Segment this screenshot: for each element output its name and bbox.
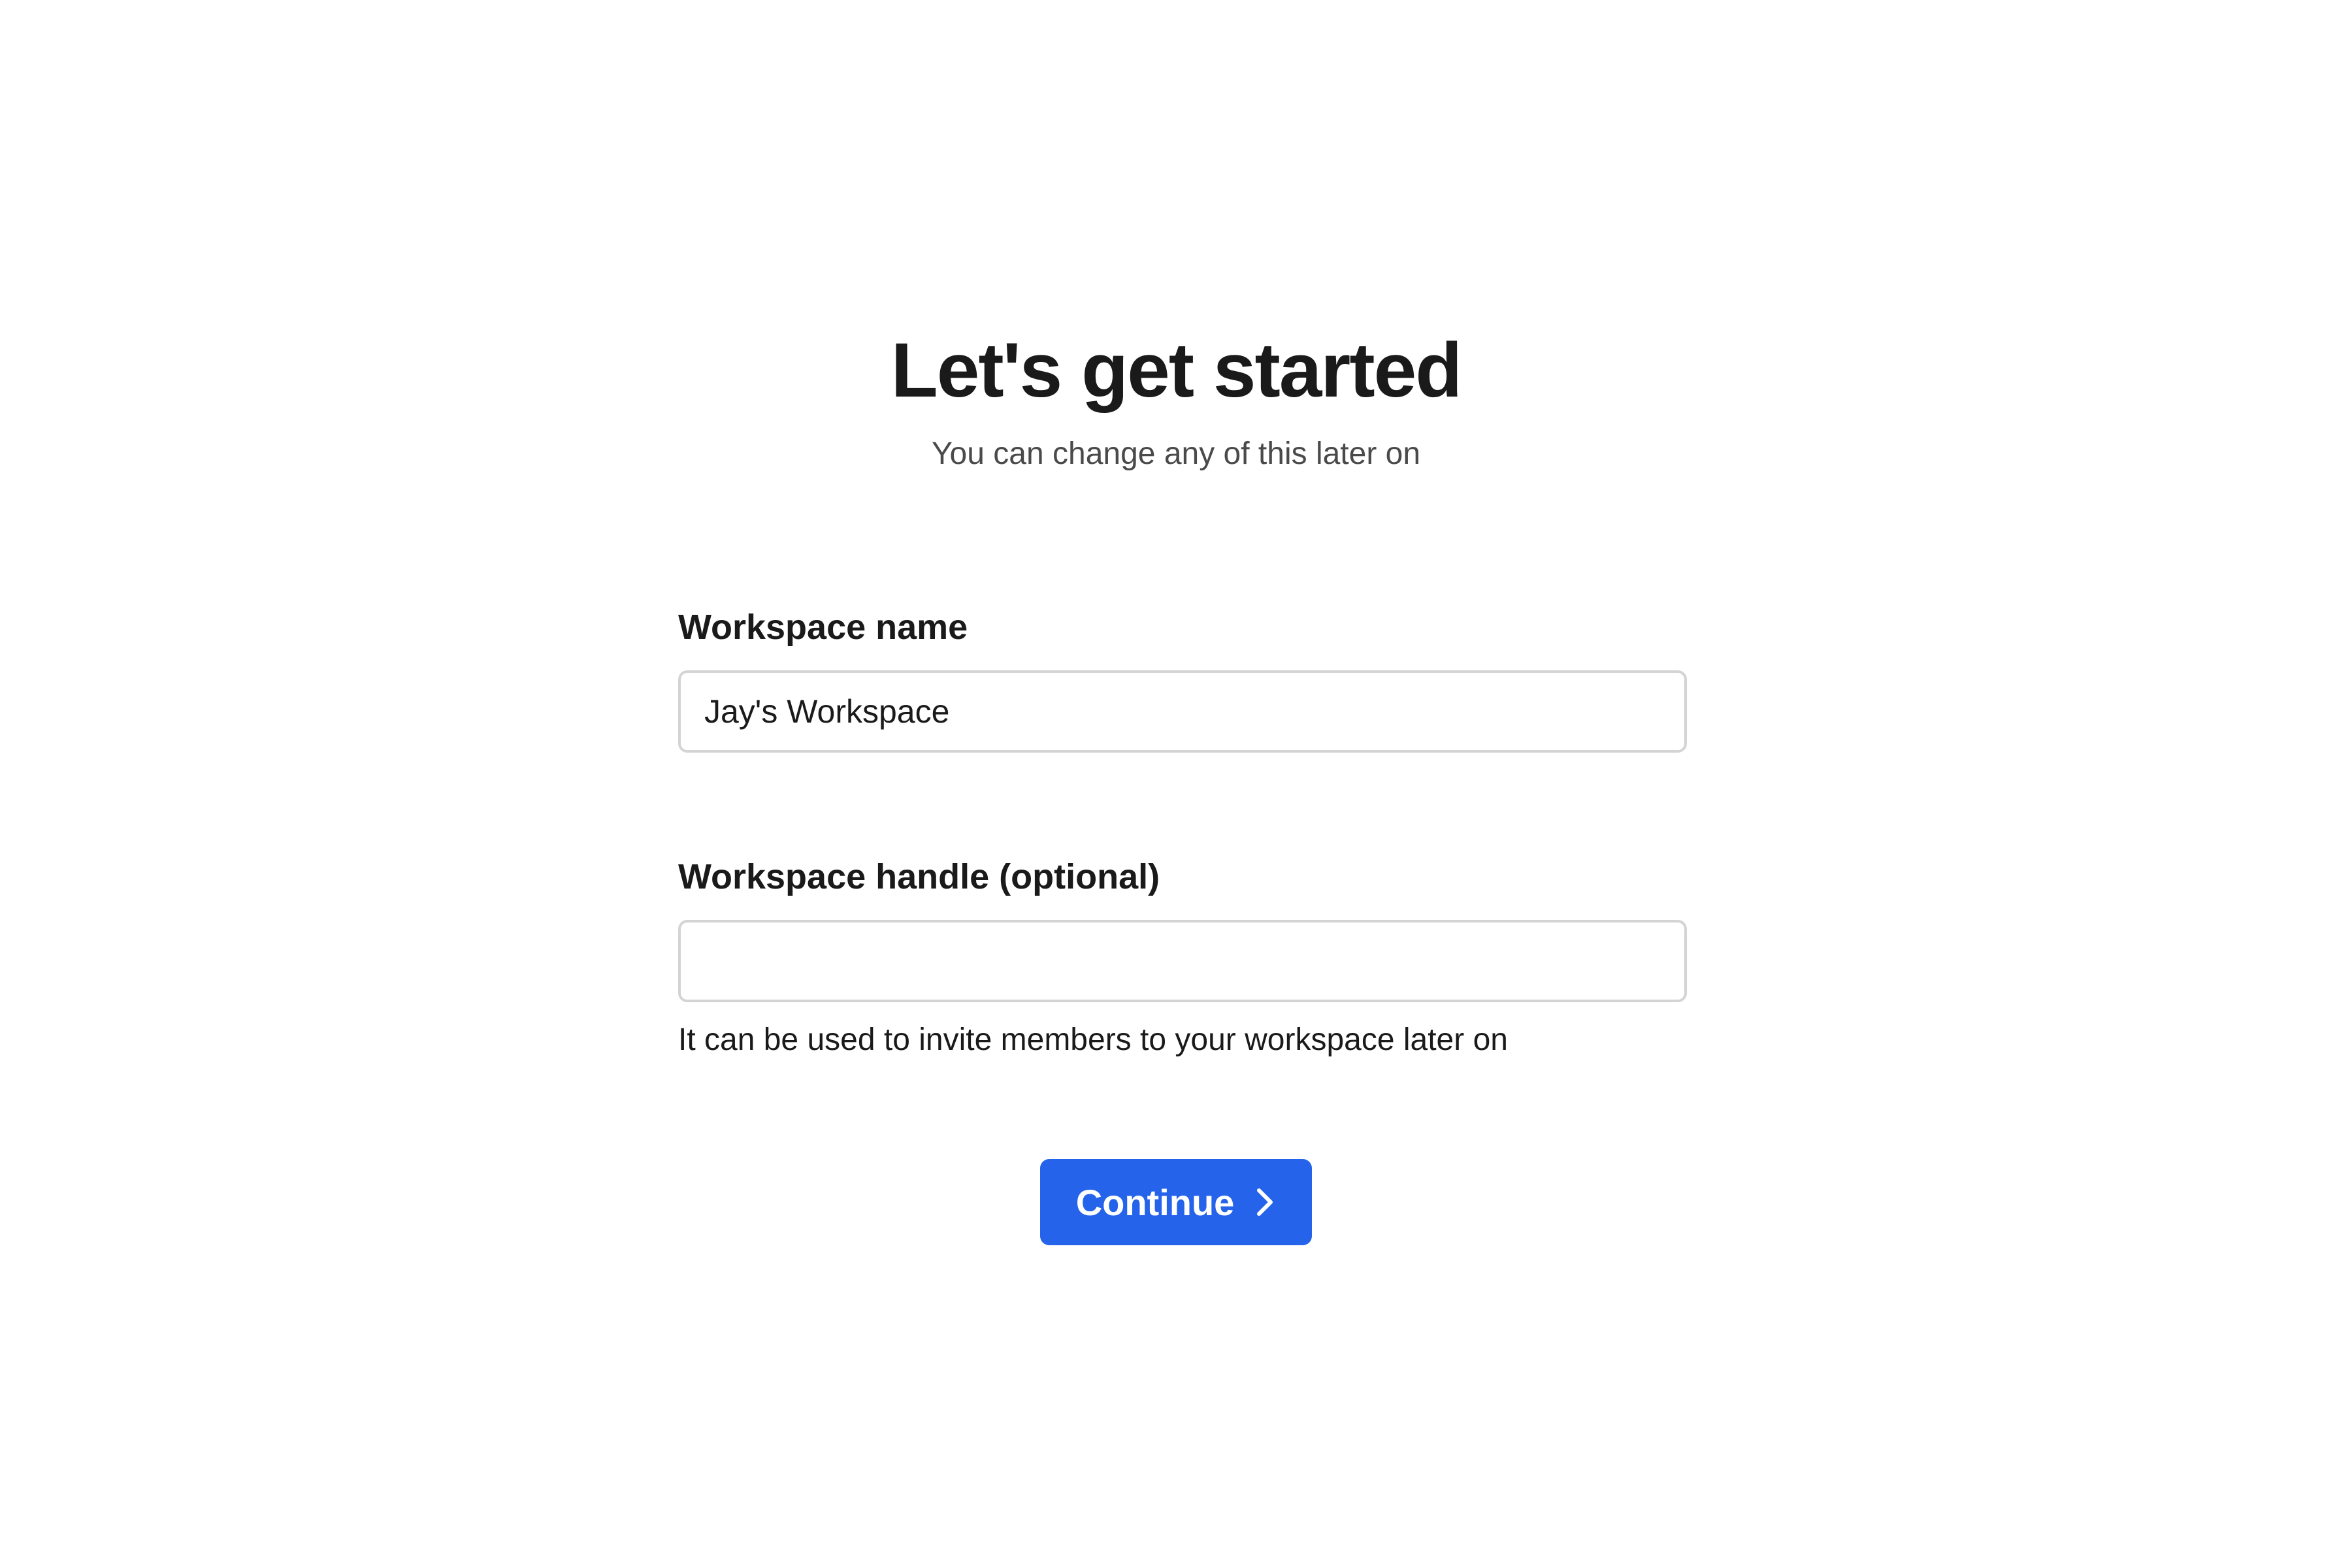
onboarding-page: Let's get started You can change any of … <box>0 0 2352 1568</box>
workspace-handle-group: Workspace handle (optional) It can be us… <box>678 844 1687 1066</box>
workspace-name-group: Workspace name <box>678 595 1687 753</box>
workspace-handle-input[interactable] <box>678 920 1687 1002</box>
chevron-right-icon <box>1257 1188 1273 1216</box>
workspace-name-label: Workspace name <box>678 608 968 647</box>
workspace-handle-label: Workspace handle (optional) <box>678 857 1160 896</box>
page-header: Let's get started You can change any of … <box>0 314 2352 480</box>
page-title: Let's get started <box>890 327 1463 414</box>
form-actions: Continue <box>0 1159 2352 1245</box>
page-subtitle: You can change any of this later on <box>931 436 1421 471</box>
workspace-handle-helper: It can be used to invite members to your… <box>678 1022 1508 1057</box>
continue-button-label: Continue <box>1075 1181 1235 1223</box>
continue-button[interactable]: Continue <box>1040 1159 1312 1245</box>
workspace-form: Workspace name Workspace handle (optiona… <box>678 595 1687 1066</box>
workspace-name-input[interactable] <box>678 670 1687 753</box>
